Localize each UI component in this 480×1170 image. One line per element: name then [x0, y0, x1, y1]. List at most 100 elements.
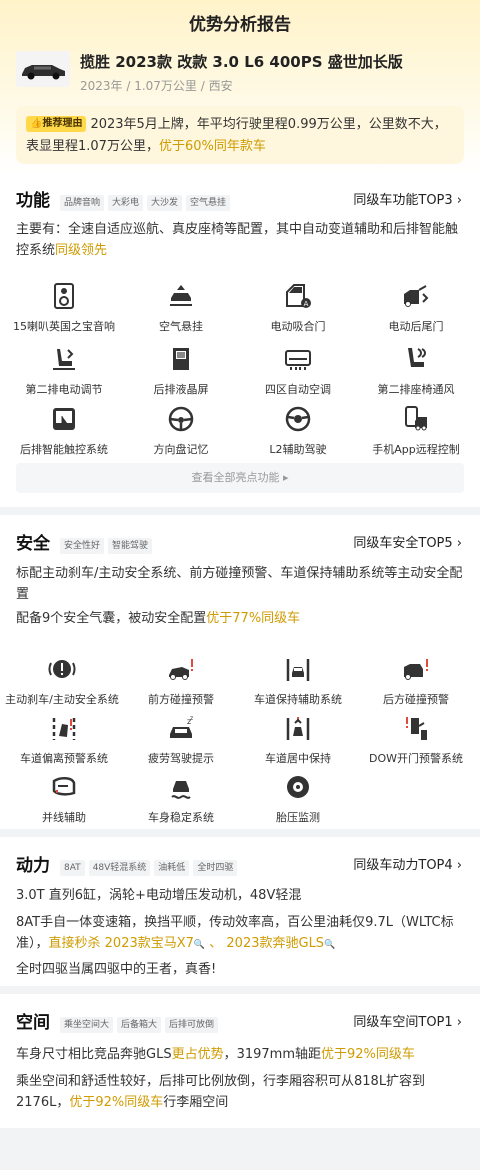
space-chip: 后排可放倒 [165, 1017, 219, 1033]
function-rank-link[interactable]: 同级车功能TOP3 › [353, 189, 462, 208]
feature-label: 电动后尾门 [388, 320, 444, 333]
thumbs-up-icon: 👍 [30, 118, 43, 129]
power-tailgate-icon [404, 285, 429, 307]
feature-label: L2辅助驾驶 [269, 443, 327, 456]
feature-blind-spot[interactable]: 并线辅助 [4, 773, 124, 825]
feature-rear-collision[interactable]: 后方碰撞预警 [356, 655, 476, 707]
power-rank-link[interactable]: 同级车动力TOP4 › [353, 854, 462, 873]
search-icon: 🔍 [193, 940, 206, 950]
space-line1-mid: ，3197mm轴距 [223, 1047, 322, 1062]
svg-text:A: A [304, 300, 309, 308]
feature-label: 车道保持辅助系统 [254, 693, 342, 706]
report-header: 优势分析报告 揽胜 2023款 改款 3.0 L6 400PS 盛世加长版 20… [0, 0, 480, 172]
car-meta: 2023年 / 1.07万公里 / 西安 [80, 79, 233, 93]
feature-label: 前方碰撞预警 [148, 693, 214, 706]
feature-touch-control[interactable]: 后排智能触控系统 [4, 405, 124, 457]
feature-fatigue-alert[interactable]: zz 疲劳驾驶提示 [121, 714, 241, 766]
feature-tire-pressure[interactable]: 胎压监测 [238, 773, 358, 825]
function-section: 功能 品牌音响 大彩电 大沙发 空气悬挂 同级车功能TOP3 › 主要有：全速自适应巡… [0, 172, 480, 507]
compare-link-benz-label: 2023款奔驰GLS [226, 936, 325, 951]
space-line1-highlight: 更占优势 [171, 1047, 224, 1062]
feature-seat-ventilation[interactable]: 第二排座椅通风 [356, 345, 476, 397]
feature-phone-app[interactable]: 手机App远程控制 [356, 405, 476, 457]
car-thumbnail[interactable] [16, 51, 70, 87]
safety-line2-text: 配备9个安全气囊，被动安全配置 [16, 611, 207, 626]
space-line1: 车身尺寸相比竞品奔驰GLS更占优势，3197mm轴距优于92%同级车 [16, 1044, 466, 1065]
space-line2: 乘坐空间和舒适性较好，后排可比例放倒，行李厢容积可从818L扩容到2176L，优… [16, 1071, 466, 1113]
feature-active-brake[interactable]: 主动刹车/主动安全系统 [2, 655, 122, 707]
space-chips: 乘坐空间大 后备箱大 后排可放倒 [60, 1012, 222, 1033]
feature-speaker[interactable]: 15喇叭英国之宝音响 [4, 282, 124, 334]
space-line1-highlight2: 优于92%同级车 [321, 1047, 415, 1062]
feature-label: 手机App远程控制 [372, 443, 460, 456]
power-line1: 3.0T 直列6缸，涡轮+电动增压发动机，48V轻混 [16, 888, 302, 903]
feature-label: 空气悬挂 [159, 320, 203, 333]
safety-rank-link[interactable]: 同级车安全TOP5 › [353, 532, 462, 551]
feature-lane-departure[interactable]: 车道偏离预警系统 [4, 714, 124, 766]
feature-steering-memory[interactable]: 方向盘记忆 [121, 405, 241, 457]
speaker-icon [54, 283, 74, 309]
feature-stability-control[interactable]: 车身稳定系统 [121, 773, 241, 825]
power-title: 动力 [16, 856, 50, 876]
lane-keep-icon [286, 659, 310, 681]
feature-air-suspension[interactable]: 空气悬挂 [121, 282, 241, 334]
safety-chip: 安全性好 [60, 538, 105, 554]
function-chip: 品牌音响 [60, 195, 105, 211]
feature-lane-center[interactable]: 车道居中保持 [238, 714, 358, 766]
rear-collision-icon [404, 659, 428, 680]
soft-close-door-icon: A [286, 284, 311, 308]
feature-label: 车道偏离预警系统 [20, 752, 108, 765]
safety-chip: 智能驾驶 [108, 538, 153, 554]
feature-label: 车身稳定系统 [148, 811, 214, 824]
feature-door-open-warning[interactable]: DOW开门预警系统 [356, 714, 476, 766]
see-all-features-button[interactable]: 查看全部亮点功能 ▸ [16, 463, 464, 493]
tire-pressure-icon [287, 776, 309, 798]
safety-line2-highlight: 优于77%同级车 [206, 611, 301, 626]
function-chips: 品牌音响 大彩电 大沙发 空气悬挂 [60, 190, 234, 211]
feature-label: 第二排座椅通风 [377, 383, 455, 396]
space-title: 空间 [16, 1013, 50, 1033]
feature-lane-keep[interactable]: 车道保持辅助系统 [238, 655, 358, 707]
feature-label: 15喇叭英国之宝音响 [13, 320, 115, 333]
touch-control-icon [53, 408, 75, 430]
forward-collision-icon [169, 659, 193, 680]
feature-label: DOW开门预警系统 [368, 752, 463, 765]
door-open-warning-icon [406, 717, 427, 740]
lane-center-icon [286, 717, 310, 740]
feature-rear-screen[interactable]: 后排液晶屏 [121, 345, 241, 397]
power-chip: 48V轻混系统 [88, 860, 151, 876]
air-suspension-icon [170, 285, 192, 306]
feature-soft-close-door[interactable]: A 电动吸合门 [238, 282, 358, 334]
space-line1-text: 车身尺寸相比竞品奔驰GLS [16, 1047, 172, 1062]
feature-label: 电动吸合门 [270, 320, 326, 333]
power-seat-icon [53, 349, 75, 370]
space-rank-link[interactable]: 同级车空间TOP1 › [353, 1011, 462, 1030]
feature-label: 并线辅助 [42, 811, 86, 824]
feature-climate[interactable]: 四区自动空调 [238, 345, 358, 397]
safety-section: 安全 安全性好 智能驾驶 同级车安全TOP5 › 标配主动刹车/主动安全系统、前方… [0, 515, 480, 829]
safety-title: 安全 [16, 534, 50, 554]
seat-ventilation-icon [408, 348, 426, 367]
power-line2-separator: 、 [205, 936, 227, 951]
feature-label: 后方碰撞预警 [383, 693, 449, 706]
function-title: 功能 [16, 191, 50, 211]
page-title: 优势分析报告 [189, 15, 291, 35]
feature-power-tailgate[interactable]: 电动后尾门 [356, 282, 476, 334]
feature-label: 后排液晶屏 [153, 383, 209, 396]
function-chip: 大彩电 [108, 195, 144, 211]
feature-driver-assist[interactable]: L2辅助驾驶 [238, 405, 358, 457]
car-name: 揽胜 2023款 改款 3.0 L6 400PS 盛世加长版 [80, 53, 403, 71]
search-icon: 🔍 [324, 940, 336, 950]
feature-forward-collision[interactable]: 前方碰撞预警 [121, 655, 241, 707]
compare-link-bmw[interactable]: 直接秒杀 2023款宝马X7🔍 [49, 936, 206, 951]
compare-link-bmw-label: 直接秒杀 2023款宝马X7 [48, 936, 194, 951]
feature-label: 后排智能触控系统 [20, 443, 108, 456]
feature-label: 方向盘记忆 [153, 443, 209, 456]
driver-assist-icon [285, 406, 311, 432]
power-chip: 全时四驱 [193, 860, 238, 876]
feature-power-seat[interactable]: 第二排电动调节 [4, 345, 124, 397]
active-brake-icon [48, 660, 76, 678]
compare-link-benz[interactable]: 2023款奔驰GLS🔍 [226, 936, 335, 951]
rear-screen-icon [173, 348, 189, 370]
phone-app-icon [405, 406, 427, 431]
